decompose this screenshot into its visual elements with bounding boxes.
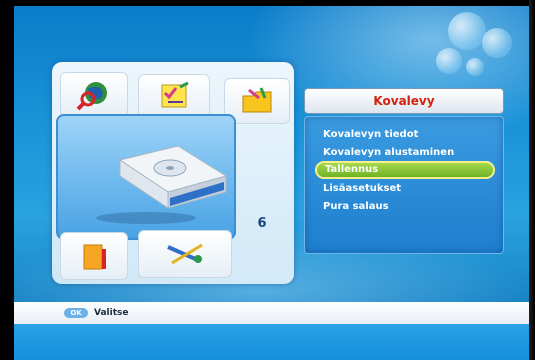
checklist-icon <box>161 81 189 108</box>
screen-frame-left <box>0 0 14 360</box>
tools-icon <box>167 243 203 265</box>
decorative-bubbles <box>430 6 530 86</box>
package-icon <box>83 244 106 270</box>
menu-item-pura-salaus[interactable]: Pura salaus <box>315 199 495 215</box>
menu-list: Kovalevyn tiedot Kovalevyn alustaminen T… <box>304 116 504 254</box>
menu-item-tallennus[interactable]: Tallennus <box>315 161 495 179</box>
help-bar: OK Valitse <box>14 302 529 324</box>
ok-key-label: Valitse <box>94 308 129 318</box>
ok-key-badge: OK <box>64 308 88 318</box>
tv-screen: 6 Kovalevy Kovalevyn tiedot Kovalevyn al… <box>0 0 535 360</box>
screen-frame-right <box>529 0 535 360</box>
page-number: 6 <box>257 216 267 231</box>
icon-menu-panel: 6 <box>52 62 294 284</box>
menu-title: Kovalevy <box>304 88 504 114</box>
menu-item-kovalevyn-alustaminen[interactable]: Kovalevyn alustaminen <box>315 145 495 161</box>
menu-item-lisaasetukset[interactable]: Lisäasetukset <box>315 181 495 197</box>
menu-icon-cell-4[interactable] <box>60 232 128 280</box>
icon-shadow <box>96 212 196 224</box>
menu-icon-cell-1[interactable] <box>60 72 128 118</box>
screen-frame-top <box>0 0 535 6</box>
menu-icon-cell-5[interactable] <box>138 230 232 278</box>
bottom-band <box>14 324 529 360</box>
menu-item-kovalevyn-tiedot[interactable]: Kovalevyn tiedot <box>315 127 495 143</box>
globe-search-icon <box>76 82 107 111</box>
folder-icon <box>242 87 272 113</box>
